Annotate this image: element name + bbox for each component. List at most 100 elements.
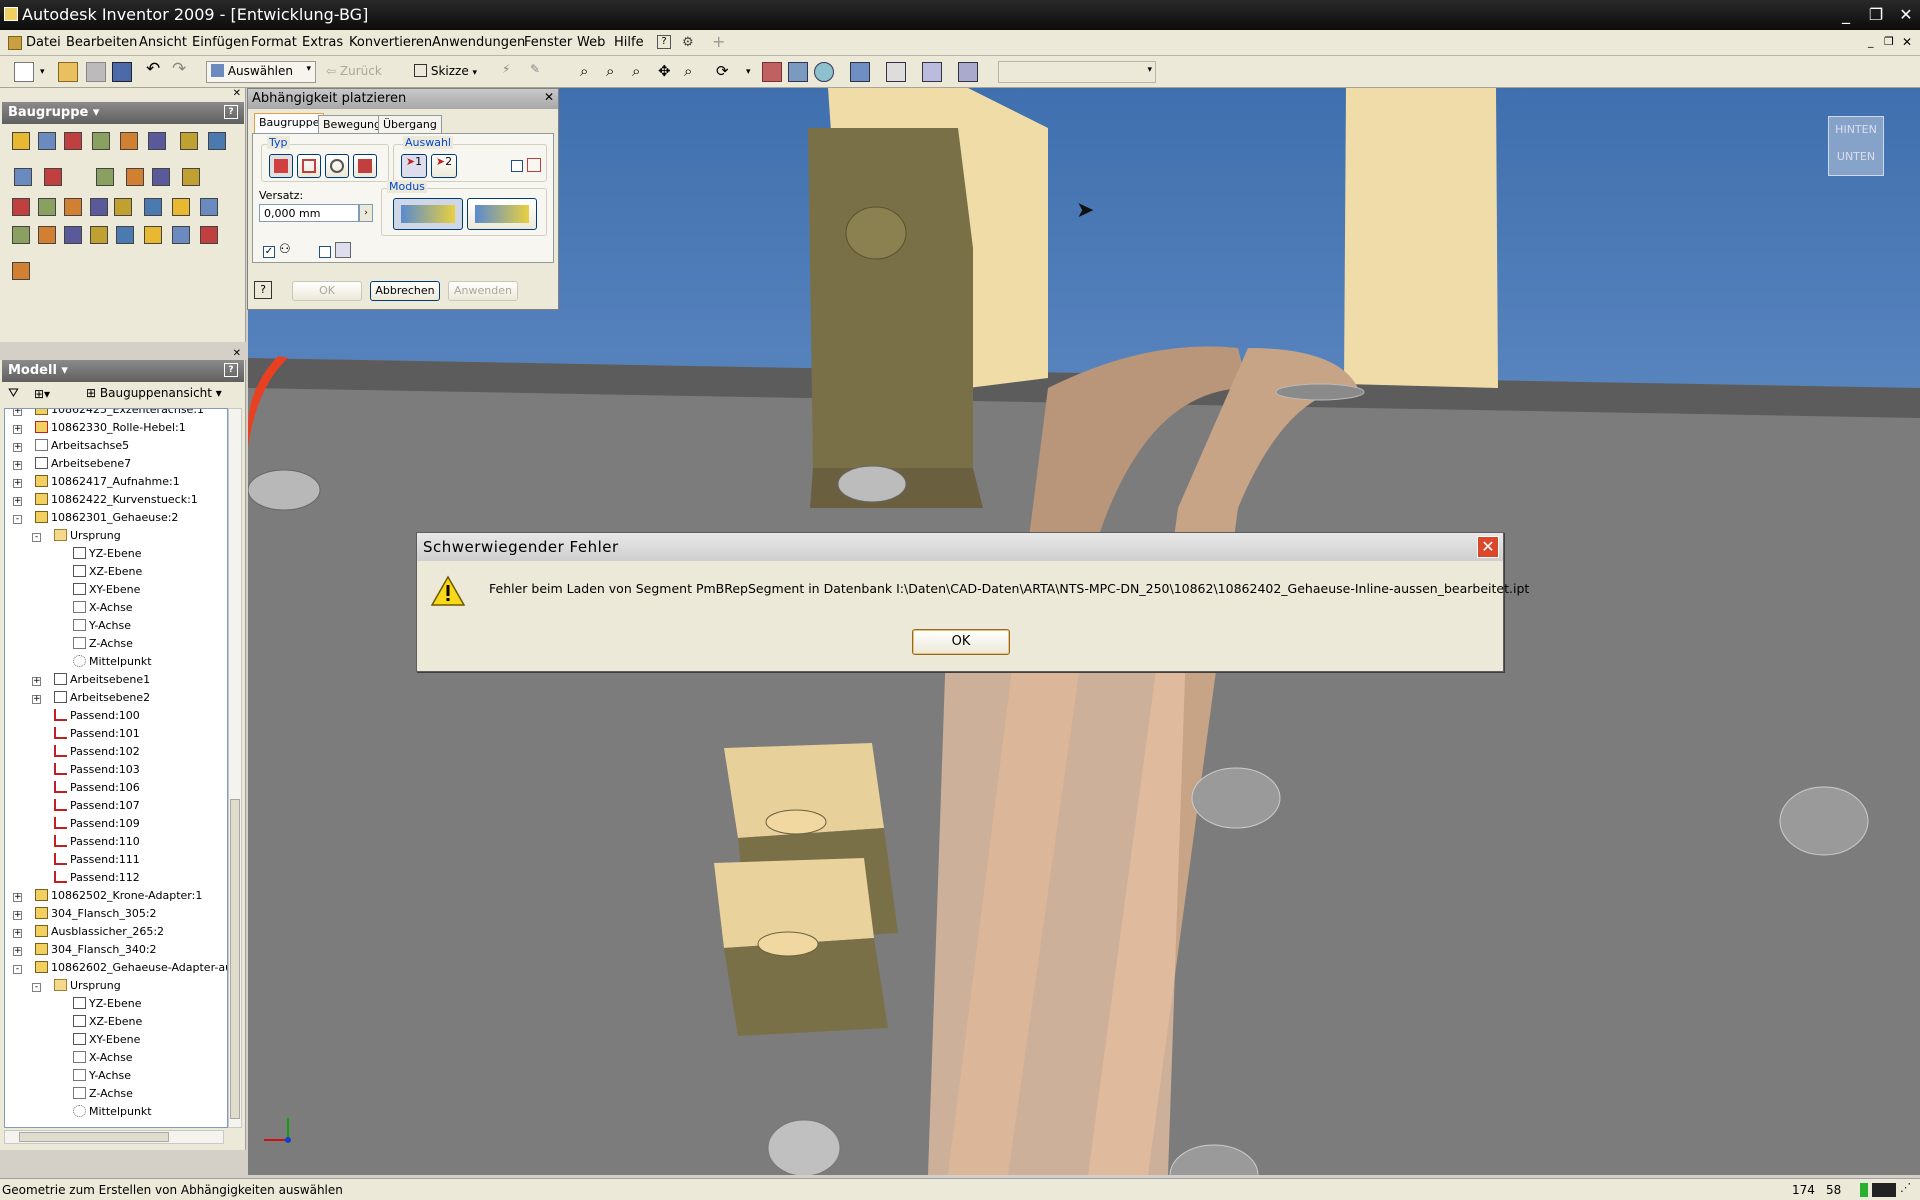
model-tree[interactable]: +10862425_Exzenterachse:1 +10862330_Rolle… xyxy=(4,408,228,1128)
help-icon[interactable]: ? xyxy=(657,35,671,49)
tree-item[interactable]: 10862602_Gehaeuse-Adapter-aussen xyxy=(35,961,227,979)
filter-icon[interactable]: ⛛ xyxy=(8,386,19,401)
menu-extras[interactable]: Extras xyxy=(302,35,343,50)
zoom-icon[interactable]: ⌕ xyxy=(632,62,652,82)
model-help-icon[interactable]: ? xyxy=(224,363,238,377)
tree-item[interactable]: 10862502_Krone-Adapter:1 xyxy=(35,889,202,907)
tree-expander[interactable]: - xyxy=(13,965,22,974)
tree-item[interactable]: Arbeitsachse5 xyxy=(35,439,129,457)
assembly-tool-icon[interactable] xyxy=(120,132,138,150)
plus-icon[interactable]: + xyxy=(712,32,725,51)
tree-expander[interactable]: + xyxy=(13,443,22,452)
tree-vscrollbar[interactable] xyxy=(228,408,242,1128)
doc-icon[interactable] xyxy=(8,36,22,50)
tab-baugruppe[interactable]: Baugruppe xyxy=(254,113,325,133)
new-icon[interactable] xyxy=(14,62,34,82)
tree-item[interactable]: Ursprung xyxy=(54,979,121,997)
tree-item[interactable]: Passend:106 xyxy=(54,781,140,799)
redo-icon[interactable]: ↷ xyxy=(172,59,192,79)
zoom-all-icon[interactable]: ⌕ xyxy=(580,62,600,82)
constraint-dialog-close[interactable]: ✕ xyxy=(544,90,554,104)
assembly-tool-icon[interactable] xyxy=(14,168,32,186)
display-mode-icon[interactable] xyxy=(850,62,870,82)
model-close-icon[interactable]: ✕ xyxy=(233,348,241,359)
flush-mode-button[interactable] xyxy=(467,198,537,230)
undo-icon[interactable]: ↶ xyxy=(146,59,166,79)
assembly-tool-icon[interactable] xyxy=(144,198,162,216)
tree-expander[interactable]: + xyxy=(13,425,22,434)
tree-expander[interactable]: + xyxy=(13,929,22,938)
doc-minimize-button[interactable]: _ xyxy=(1868,35,1874,48)
tree-item[interactable]: Mittelpunkt xyxy=(73,655,152,673)
assembly-tool-icon[interactable] xyxy=(180,132,198,150)
menu-einfuegen[interactable]: Einfügen xyxy=(192,35,249,50)
menu-hilfe[interactable]: Hilfe xyxy=(614,35,644,50)
viewcube-bottom-label[interactable]: UNTEN xyxy=(1829,150,1883,163)
model-panel-title[interactable]: Modell ▾ ? xyxy=(2,360,244,382)
orbit-icon[interactable]: ⟳ xyxy=(716,62,736,82)
tree-item[interactable]: Passend:109 xyxy=(54,817,140,835)
tree-item[interactable]: Passend:112 xyxy=(54,871,140,889)
tree-item[interactable]: 10862422_Kurvenstueck:1 xyxy=(35,493,198,511)
color-combo[interactable]: ▾ xyxy=(998,61,1156,83)
doc-close-button[interactable]: ✕ xyxy=(1902,35,1912,49)
tree-item[interactable]: X-Achse xyxy=(73,601,133,619)
assembly-tool-icon[interactable] xyxy=(12,132,30,150)
mate-mode-button[interactable] xyxy=(393,198,463,230)
tree-item[interactable]: Z-Achse xyxy=(73,1087,133,1105)
tree-item[interactable]: Arbeitsebene7 xyxy=(35,457,131,475)
angle-constraint-button[interactable] xyxy=(297,154,321,178)
assembly-tool-icon[interactable] xyxy=(96,168,114,186)
menu-ansicht[interactable]: Ansicht xyxy=(139,35,187,50)
tree-item[interactable]: XZ-Ebene xyxy=(73,1015,142,1033)
tree-item[interactable]: Passend:102 xyxy=(54,745,140,763)
assembly-tool-icon[interactable] xyxy=(148,132,166,150)
preview-checkbox[interactable]: ✓ xyxy=(263,246,275,258)
tree-expander[interactable]: - xyxy=(32,533,41,542)
tree-expander[interactable]: + xyxy=(13,461,22,470)
pan-icon[interactable]: ✥ xyxy=(658,62,678,82)
assembly-tool-icon[interactable] xyxy=(144,226,162,244)
minimize-button[interactable]: _ xyxy=(1834,4,1858,26)
zoom-window-icon[interactable]: ⌕ xyxy=(606,62,626,82)
tree-expander[interactable]: - xyxy=(32,983,41,992)
doc-restore-button[interactable]: ❐ xyxy=(1884,35,1894,48)
assembly-tool-icon[interactable] xyxy=(64,132,82,150)
assembly-tool-icon[interactable] xyxy=(12,226,30,244)
tree-hscrollbar[interactable] xyxy=(4,1130,224,1144)
tree-expander[interactable]: + xyxy=(32,695,41,704)
tree-item[interactable]: XY-Ebene xyxy=(73,583,140,601)
offset-arrow-button[interactable]: › xyxy=(359,204,373,222)
assembly-tool-icon[interactable] xyxy=(172,226,190,244)
menu-datei[interactable]: Datei xyxy=(26,35,61,50)
assembly-tool-icon[interactable] xyxy=(114,198,132,216)
edit-icon[interactable]: ✎ xyxy=(530,62,550,82)
tree-item[interactable]: Y-Achse xyxy=(73,1069,131,1087)
update-icon[interactable]: ⚡ xyxy=(502,62,522,82)
sketch-button[interactable]: Skizze ▾ xyxy=(412,61,492,83)
shadow-icon[interactable] xyxy=(814,62,834,82)
panel-close-icon[interactable]: ✕ xyxy=(233,88,241,99)
assembly-tool-icon[interactable] xyxy=(152,168,170,186)
look-at-icon[interactable] xyxy=(762,62,782,82)
tree-vscroll-thumb[interactable] xyxy=(230,799,240,1119)
tree-expander[interactable]: - xyxy=(13,515,22,524)
close-button[interactable]: ✕ xyxy=(1894,4,1918,26)
whatsthis-icon[interactable]: ⚙ xyxy=(682,35,694,50)
menu-bearbeiten[interactable]: Bearbeiten xyxy=(66,35,137,50)
back-button[interactable]: ⇦ Zurück xyxy=(324,61,400,83)
project-icon[interactable] xyxy=(86,62,106,82)
assembly-tool-icon[interactable] xyxy=(92,132,110,150)
tree-item[interactable]: 10862330_Rolle-Hebel:1 xyxy=(35,421,186,439)
camera-icon[interactable] xyxy=(886,62,906,82)
tree-hscroll-thumb[interactable] xyxy=(19,1132,169,1142)
assembly-tool-icon[interactable] xyxy=(126,168,144,186)
dialog-help-icon[interactable]: ? xyxy=(254,281,272,299)
constraint-cancel-button[interactable]: Abbrechen xyxy=(370,281,440,301)
analysis-icon[interactable] xyxy=(958,62,978,82)
shaded-icon[interactable] xyxy=(788,62,808,82)
tree-item[interactable]: XY-Ebene xyxy=(73,1033,140,1051)
tree-item[interactable]: Passend:110 xyxy=(54,835,140,853)
new-dropdown-icon[interactable]: ▾ xyxy=(40,67,60,87)
tangent-constraint-button[interactable] xyxy=(325,154,349,178)
